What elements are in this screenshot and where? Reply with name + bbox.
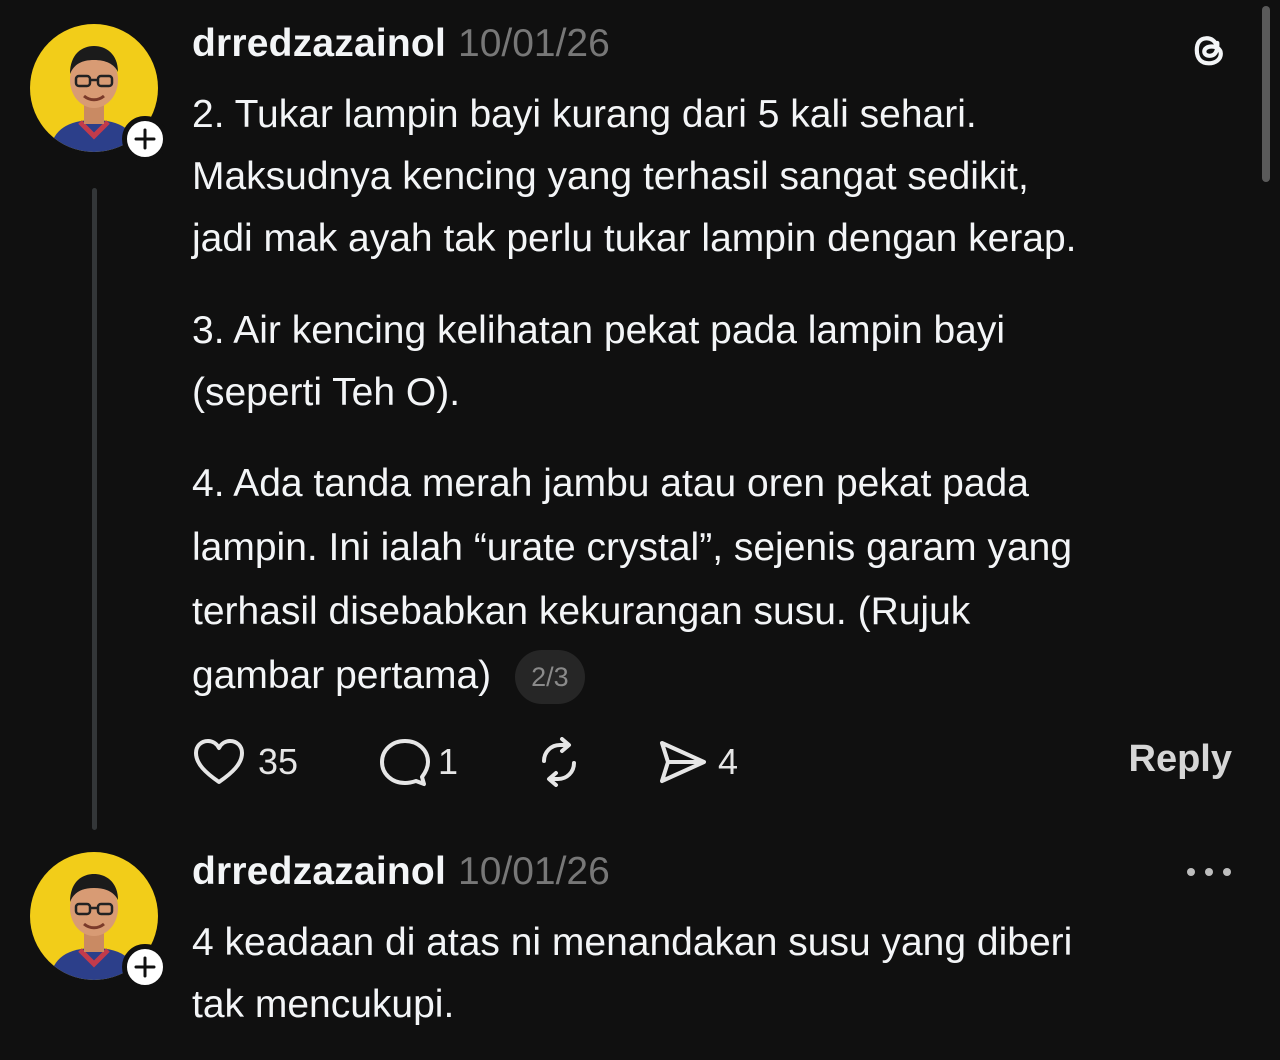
like-button[interactable]: 35 [192,737,378,787]
share-count: 4 [718,741,739,782]
paragraph: 4. Ada tanda merah jambu atau oren pekat… [192,462,1073,697]
share-button[interactable]: 4 [656,737,738,787]
comment-bubble-icon [380,739,430,786]
threads-logo-icon[interactable] [1186,27,1232,78]
paragraph: 4 keadaan di atas ni menandakan susu yan… [192,921,1073,1026]
threads-page: drredzazainol 10/01/26 2. Tukar lampin b… [0,0,1280,1060]
post-body: 4. Ada tanda merah jambu atau oren pekat… [192,452,1252,708]
avatar[interactable] [30,24,168,162]
heart-icon [194,739,244,784]
comment-count: 1 [438,741,459,782]
username[interactable]: drredzazainol [192,22,446,66]
post-body: 4 keadaan di atas ni menandakan susu yan… [192,912,1252,1036]
plus-icon [134,128,156,150]
plus-icon [134,956,156,978]
reply-button[interactable]: Reply [1129,738,1232,781]
scrollbar[interactable] [1262,6,1270,182]
repost-icon [542,737,576,787]
post-body: 3. Air kencing kelihatan pekat pada lamp… [192,300,1252,424]
username[interactable]: drredzazainol [192,850,446,894]
repost-button[interactable] [532,737,656,787]
send-icon [660,741,706,783]
post-date: 10/01/26 [458,22,610,65]
thread-connector-line [92,188,97,830]
follow-button[interactable] [122,116,168,162]
avatar[interactable] [30,852,168,990]
like-count: 35 [258,741,299,782]
follow-button[interactable] [122,944,168,990]
comment-button[interactable]: 1 [378,737,532,787]
post-header: drredzazainol 10/01/26 [192,850,610,894]
post-body: 2. Tukar lampin bayi kurang dari 5 kali … [192,84,1252,270]
post-date: 10/01/26 [458,850,610,893]
post-header: drredzazainol 10/01/26 [192,22,610,66]
paragraph: 3. Air kencing kelihatan pekat pada lamp… [192,309,1006,414]
more-options-icon[interactable] [1184,864,1234,880]
paragraph: 2. Tukar lampin bayi kurang dari 5 kali … [192,93,1077,260]
post-actions: 35 1 4 Reply [192,734,1232,790]
page-indicator-badge: 2/3 [515,650,585,704]
